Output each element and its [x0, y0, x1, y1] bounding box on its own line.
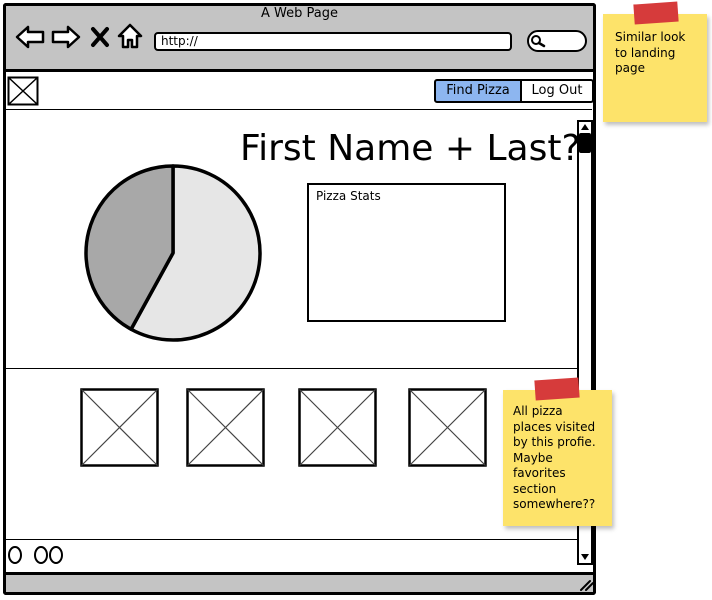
- pizza-stats-panel: Pizza Stats: [307, 183, 506, 322]
- log-out-button[interactable]: Log Out: [522, 79, 594, 103]
- sticky-note-top: Similar look to landing page: [603, 14, 707, 122]
- scroll-up-icon[interactable]: [579, 122, 591, 132]
- pizza-place-image-3[interactable]: [298, 388, 378, 468]
- back-arrow-icon[interactable]: [14, 24, 46, 50]
- forward-arrow-icon[interactable]: [50, 24, 82, 50]
- sticky-note-top-text: Similar look to landing page: [615, 30, 686, 75]
- section-divider: [6, 368, 579, 369]
- find-pizza-button[interactable]: Find Pizza: [434, 79, 522, 103]
- pizza-stats-label: Pizza Stats: [316, 189, 381, 203]
- home-icon[interactable]: [116, 22, 144, 50]
- footer-divider: [6, 539, 579, 540]
- stop-x-icon[interactable]: [90, 26, 110, 48]
- window-title: A Web Page: [261, 6, 338, 21]
- pagination-dots[interactable]: [6, 544, 66, 566]
- scroll-down-icon[interactable]: [579, 552, 591, 562]
- browser-status-bar: [3, 572, 596, 595]
- sticky-note-bottom-text: All pizza places visited by this profie.…: [513, 404, 596, 511]
- header-divider: [6, 109, 592, 110]
- pizza-place-image-1[interactable]: [80, 388, 160, 468]
- tape-bottom: [534, 377, 580, 401]
- scrollbar-thumb[interactable]: [579, 133, 591, 153]
- tape-top: [633, 1, 679, 25]
- profile-name-heading: First Name + Last?: [240, 128, 581, 169]
- url-input[interactable]: http://: [154, 32, 512, 51]
- pizza-place-image-4[interactable]: [408, 388, 488, 468]
- pizza-place-image-2[interactable]: [186, 388, 266, 468]
- logo-image-placeholder: [7, 76, 39, 106]
- pizza-pie-chart: [84, 164, 262, 342]
- sticky-note-bottom: All pizza places visited by this profie.…: [503, 390, 612, 526]
- search-icon: [531, 35, 546, 48]
- resize-grip-icon[interactable]: [578, 578, 594, 592]
- nav-button-bar: Find Pizza Log Out: [434, 79, 594, 103]
